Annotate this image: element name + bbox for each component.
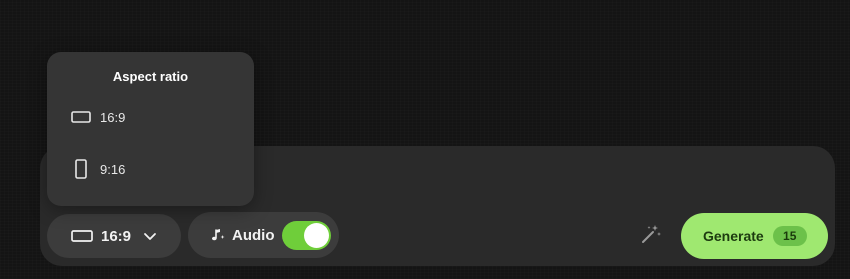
- aspect-ratio-value: 16:9: [101, 227, 132, 245]
- audio-label: Audio: [232, 226, 275, 244]
- landscape-rect-icon: [67, 103, 95, 131]
- aspect-ratio-button[interactable]: 16:9: [47, 214, 181, 258]
- aspect-option-9-16[interactable]: 9:16: [61, 152, 241, 186]
- credit-badge: 15: [772, 226, 807, 246]
- audio-toggle-group: Audio: [188, 212, 339, 258]
- music-note-sparkle-icon: [210, 227, 226, 243]
- audio-toggle-switch[interactable]: [282, 221, 331, 250]
- aspect-ratio-popover: Aspect ratio 16:9 9:16: [47, 52, 254, 206]
- enhance-prompt-button[interactable]: [638, 223, 664, 249]
- landscape-rect-icon: [71, 230, 93, 242]
- generate-button[interactable]: Generate 15: [681, 213, 828, 259]
- portrait-rect-icon: [67, 155, 95, 183]
- generate-label: Generate: [703, 228, 764, 244]
- aspect-option-16-9[interactable]: 16:9: [61, 100, 241, 134]
- magic-wand-icon: [640, 223, 662, 250]
- popover-title: Aspect ratio: [112, 69, 189, 84]
- aspect-option-label: 16:9: [100, 109, 126, 125]
- page: Aspect ratio 16:9 9:16 16:9 Audio Genera…: [0, 0, 850, 279]
- toggle-knob: [304, 223, 329, 248]
- aspect-option-label: 9:16: [100, 161, 126, 177]
- chevron-down-icon: [143, 231, 157, 241]
